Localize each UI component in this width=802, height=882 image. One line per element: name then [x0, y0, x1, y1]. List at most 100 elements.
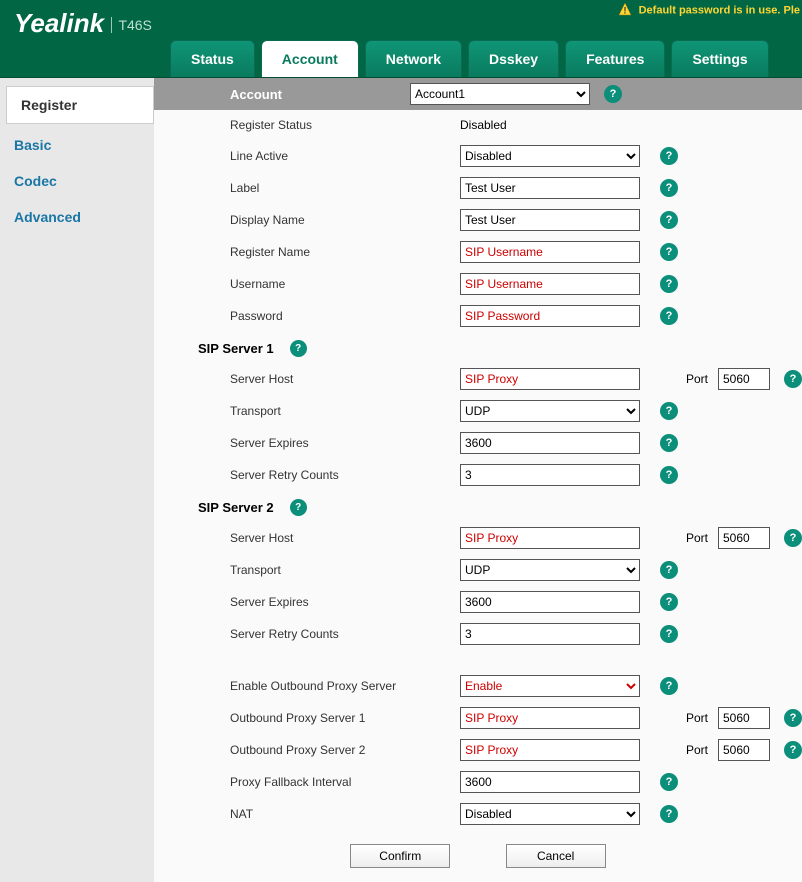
help-icon[interactable]: ? [660, 677, 678, 695]
sip1-retry-input[interactable] [460, 464, 640, 486]
register-name-input[interactable] [460, 241, 640, 263]
help-icon[interactable]: ? [660, 805, 678, 823]
help-icon[interactable]: ? [660, 307, 678, 325]
main-tabs: Status Account Network Dsskey Features S… [170, 40, 769, 77]
row-sip1-retry: Server Retry Counts ? [154, 459, 802, 491]
sidebar-item-codec[interactable]: Codec [0, 163, 154, 199]
account-select[interactable]: Account1 [410, 83, 590, 105]
sip2-retry-label: Server Retry Counts [230, 627, 460, 641]
help-icon[interactable]: ? [784, 370, 802, 388]
help-icon[interactable]: ? [660, 402, 678, 420]
help-icon[interactable]: ? [660, 147, 678, 165]
row-username: Username ? [154, 268, 802, 300]
sidebar-item-advanced[interactable]: Advanced [0, 199, 154, 235]
sip-server-1-header: SIP Server 1 ? [154, 332, 802, 363]
sidebar: Register Basic Codec Advanced [0, 78, 154, 882]
row-sip2-host: Server Host Port ? [154, 522, 802, 554]
sip2-port-label: Port [686, 531, 708, 545]
outbound-server2-port-label: Port [686, 743, 708, 757]
outbound-server2-port-input[interactable] [718, 739, 770, 761]
row-fallback: Proxy Fallback Interval ? [154, 766, 802, 798]
logo-area: Yealink T46S [14, 8, 152, 39]
row-outbound-enable: Enable Outbound Proxy Server Enable ? [154, 670, 802, 702]
sip1-transport-select[interactable]: UDP [460, 400, 640, 422]
app-header: Yealink T46S ! Default password is in us… [0, 0, 802, 78]
sip1-expires-label: Server Expires [230, 436, 460, 450]
sip2-expires-input[interactable] [460, 591, 640, 613]
outbound-server1-label: Outbound Proxy Server 1 [230, 711, 460, 725]
help-icon[interactable]: ? [660, 561, 678, 579]
help-icon[interactable]: ? [660, 625, 678, 643]
tab-network[interactable]: Network [365, 40, 462, 77]
help-icon[interactable]: ? [784, 709, 802, 727]
help-icon[interactable]: ? [604, 85, 622, 103]
warning-text: Default password is in use. Ple [639, 4, 800, 16]
help-icon[interactable]: ? [660, 179, 678, 197]
help-icon[interactable]: ? [784, 741, 802, 759]
sip1-port-input[interactable] [718, 368, 770, 390]
outbound-server1-port-input[interactable] [718, 707, 770, 729]
row-register-name: Register Name ? [154, 236, 802, 268]
help-icon[interactable]: ? [290, 499, 307, 516]
sip1-host-input[interactable] [460, 368, 640, 390]
display-name-input[interactable] [460, 209, 640, 231]
sip1-port-label: Port [686, 372, 708, 386]
sip2-host-input[interactable] [460, 527, 640, 549]
label-input[interactable] [460, 177, 640, 199]
help-icon[interactable]: ? [660, 211, 678, 229]
row-display-name: Display Name ? [154, 204, 802, 236]
sip1-retry-label: Server Retry Counts [230, 468, 460, 482]
sip2-port-input[interactable] [718, 527, 770, 549]
nat-select[interactable]: Disabled [460, 803, 640, 825]
help-icon[interactable]: ? [784, 529, 802, 547]
confirm-button[interactable]: Confirm [350, 844, 450, 868]
outbound-server2-input[interactable] [460, 739, 640, 761]
tab-account[interactable]: Account [261, 40, 359, 77]
cancel-button[interactable]: Cancel [506, 844, 606, 868]
password-label: Password [230, 309, 460, 323]
row-label: Label ? [154, 172, 802, 204]
help-icon[interactable]: ? [660, 434, 678, 452]
help-icon[interactable]: ? [660, 466, 678, 484]
outbound-server2-label: Outbound Proxy Server 2 [230, 743, 460, 757]
row-outbound-server2: Outbound Proxy Server 2 Port ? [154, 734, 802, 766]
outbound-server1-input[interactable] [460, 707, 640, 729]
tab-settings[interactable]: Settings [671, 40, 768, 77]
outbound-server1-port-label: Port [686, 711, 708, 725]
svg-text:!: ! [623, 6, 626, 16]
button-row: Confirm Cancel [154, 830, 802, 882]
sidebar-item-basic[interactable]: Basic [0, 127, 154, 163]
row-password: Password ? [154, 300, 802, 332]
row-sip2-retry: Server Retry Counts ? [154, 618, 802, 650]
tab-status[interactable]: Status [170, 40, 255, 77]
register-status-value: Disabled [460, 118, 507, 132]
row-sip1-host: Server Host Port ? [154, 363, 802, 395]
display-name-label: Display Name [230, 213, 460, 227]
sip2-expires-label: Server Expires [230, 595, 460, 609]
help-icon[interactable]: ? [290, 340, 307, 357]
help-icon[interactable]: ? [660, 773, 678, 791]
outbound-enable-select[interactable]: Enable [460, 675, 640, 697]
help-icon[interactable]: ? [660, 275, 678, 293]
sip1-transport-label: Transport [230, 404, 460, 418]
password-input[interactable] [460, 305, 640, 327]
help-icon[interactable]: ? [660, 593, 678, 611]
sidebar-item-register[interactable]: Register [6, 86, 154, 124]
row-line-active: Line Active Disabled ? [154, 140, 802, 172]
row-nat: NAT Disabled ? [154, 798, 802, 830]
tab-features[interactable]: Features [565, 40, 665, 77]
sip2-transport-label: Transport [230, 563, 460, 577]
help-icon[interactable]: ? [660, 243, 678, 261]
sip2-transport-select[interactable]: UDP [460, 559, 640, 581]
line-active-select[interactable]: Disabled [460, 145, 640, 167]
sip2-retry-input[interactable] [460, 623, 640, 645]
register-name-label: Register Name [230, 245, 460, 259]
username-input[interactable] [460, 273, 640, 295]
label-label: Label [230, 181, 460, 195]
tab-dsskey[interactable]: Dsskey [468, 40, 559, 77]
fallback-input[interactable] [460, 771, 640, 793]
sip1-expires-input[interactable] [460, 432, 640, 454]
sip-server-1-title: SIP Server 1 [198, 341, 274, 356]
nat-label: NAT [230, 807, 460, 821]
content-area: Account Account1 ? Register Status Disab… [154, 78, 802, 882]
